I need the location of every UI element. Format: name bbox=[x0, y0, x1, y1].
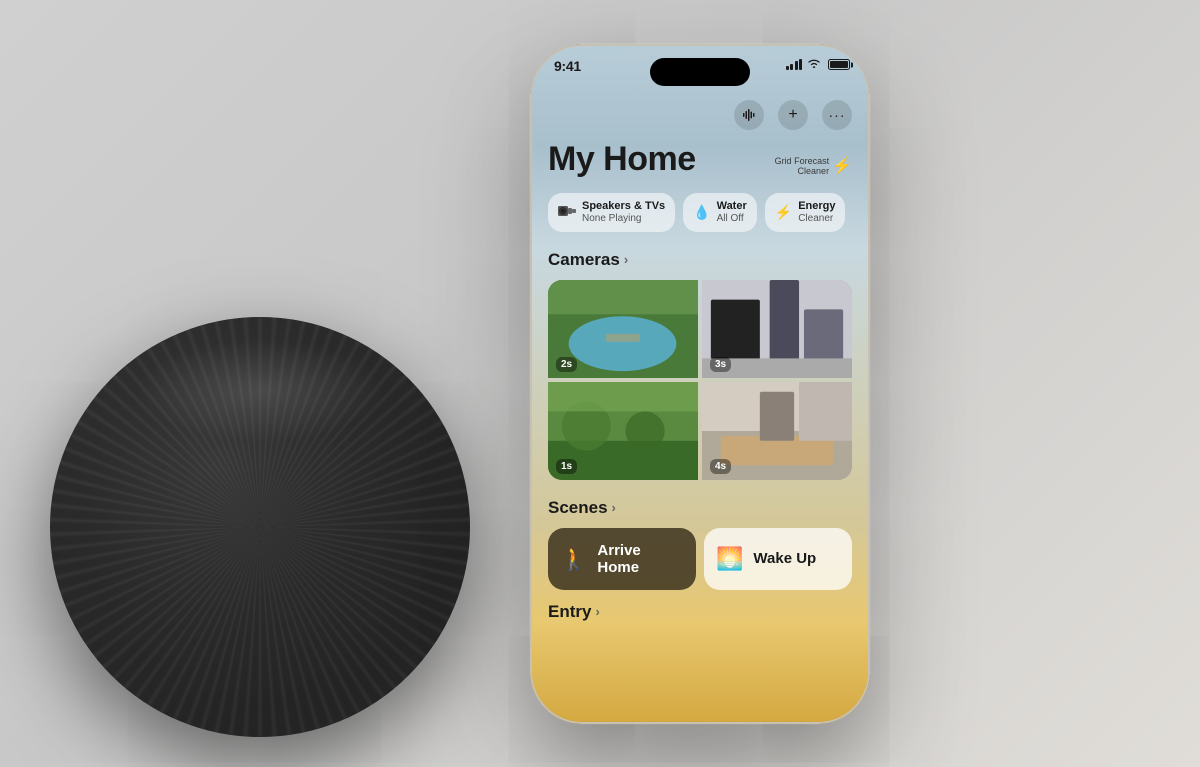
camera-2-timer: 3s bbox=[710, 357, 731, 372]
action-bar: + ··· bbox=[548, 96, 852, 138]
wifi-icon bbox=[807, 58, 821, 72]
entry-label: Entry bbox=[548, 602, 591, 622]
scenes-arrow: › bbox=[612, 500, 616, 515]
speakers-chip-label: Speakers & TVs bbox=[582, 200, 665, 213]
camera-3-timer: 1s bbox=[556, 459, 577, 474]
entry-section-header[interactable]: Entry › bbox=[548, 602, 852, 622]
water-chip-sublabel: All Off bbox=[717, 213, 747, 225]
battery-icon bbox=[828, 59, 850, 70]
grid-forecast-line1: Grid Forecast bbox=[775, 156, 830, 167]
iphone-screen: 9:41 bbox=[530, 44, 870, 724]
scenes-label: Scenes bbox=[548, 498, 608, 518]
scenes-row: 🚶 Arrive Home 🌅 Wake Up bbox=[548, 528, 852, 590]
grid-forecast-line2: Cleaner bbox=[775, 166, 830, 177]
scenes-section: Scenes › 🚶 Arrive Home 🌅 Wake Up bbox=[548, 498, 852, 590]
camera-cell-1[interactable]: 2s bbox=[548, 280, 698, 378]
more-button[interactable]: ··· bbox=[822, 100, 852, 130]
speakers-chip-sublabel: None Playing bbox=[582, 213, 665, 225]
water-icon: 💧 bbox=[693, 204, 710, 221]
camera-cell-4[interactable]: 4s bbox=[702, 382, 852, 480]
speakers-icon bbox=[558, 204, 576, 221]
siri-button[interactable] bbox=[734, 100, 764, 130]
iphone-frame: 9:41 bbox=[530, 44, 870, 724]
scenes-section-header[interactable]: Scenes › bbox=[548, 498, 852, 518]
cameras-label: Cameras bbox=[548, 250, 620, 270]
home-content: + ··· Grid Forecast Cleaner ⚡ bbox=[530, 96, 870, 724]
arrive-home-button[interactable]: 🚶 Arrive Home bbox=[548, 528, 696, 590]
status-icons bbox=[786, 58, 851, 72]
wake-up-icon: 🌅 bbox=[716, 546, 743, 572]
camera-cell-2[interactable]: 3s bbox=[702, 280, 852, 378]
camera-1-timer: 2s bbox=[556, 357, 577, 372]
entry-arrow: › bbox=[595, 604, 599, 619]
camera-cell-3[interactable]: 1s bbox=[548, 382, 698, 480]
category-chips: Speakers & TVs None Playing 💧 Water All … bbox=[548, 193, 852, 232]
wake-up-button[interactable]: 🌅 Wake Up bbox=[704, 528, 852, 590]
energy-chip-sublabel: Cleaner bbox=[798, 213, 835, 225]
speakers-chip[interactable]: Speakers & TVs None Playing bbox=[548, 193, 675, 232]
energy-icon: ⚡ bbox=[775, 204, 792, 221]
camera-grid: 2s 3s bbox=[548, 280, 852, 480]
camera-4-timer: 4s bbox=[710, 459, 731, 474]
energy-chip[interactable]: ⚡ Energy Cleaner bbox=[765, 193, 846, 232]
signal-icon bbox=[786, 59, 803, 70]
water-chip-label: Water bbox=[717, 200, 747, 213]
add-button[interactable]: + bbox=[778, 100, 808, 130]
wake-up-label: Wake Up bbox=[753, 550, 816, 567]
arrive-home-icon: 🚶 bbox=[560, 546, 587, 572]
arrive-home-label: Arrive Home bbox=[597, 542, 684, 576]
dynamic-island bbox=[650, 58, 750, 86]
grid-forecast-badge[interactable]: Grid Forecast Cleaner ⚡ bbox=[775, 156, 852, 178]
energy-chip-label: Energy bbox=[798, 200, 835, 213]
cameras-arrow: › bbox=[624, 252, 628, 267]
homepod-device bbox=[50, 317, 470, 737]
water-chip[interactable]: 💧 Water All Off bbox=[683, 193, 757, 232]
status-time: 9:41 bbox=[554, 58, 581, 74]
cameras-section-header[interactable]: Cameras › bbox=[548, 250, 852, 270]
grid-forecast-icon: ⚡ bbox=[832, 156, 852, 176]
iphone-device: 9:41 bbox=[530, 44, 870, 724]
